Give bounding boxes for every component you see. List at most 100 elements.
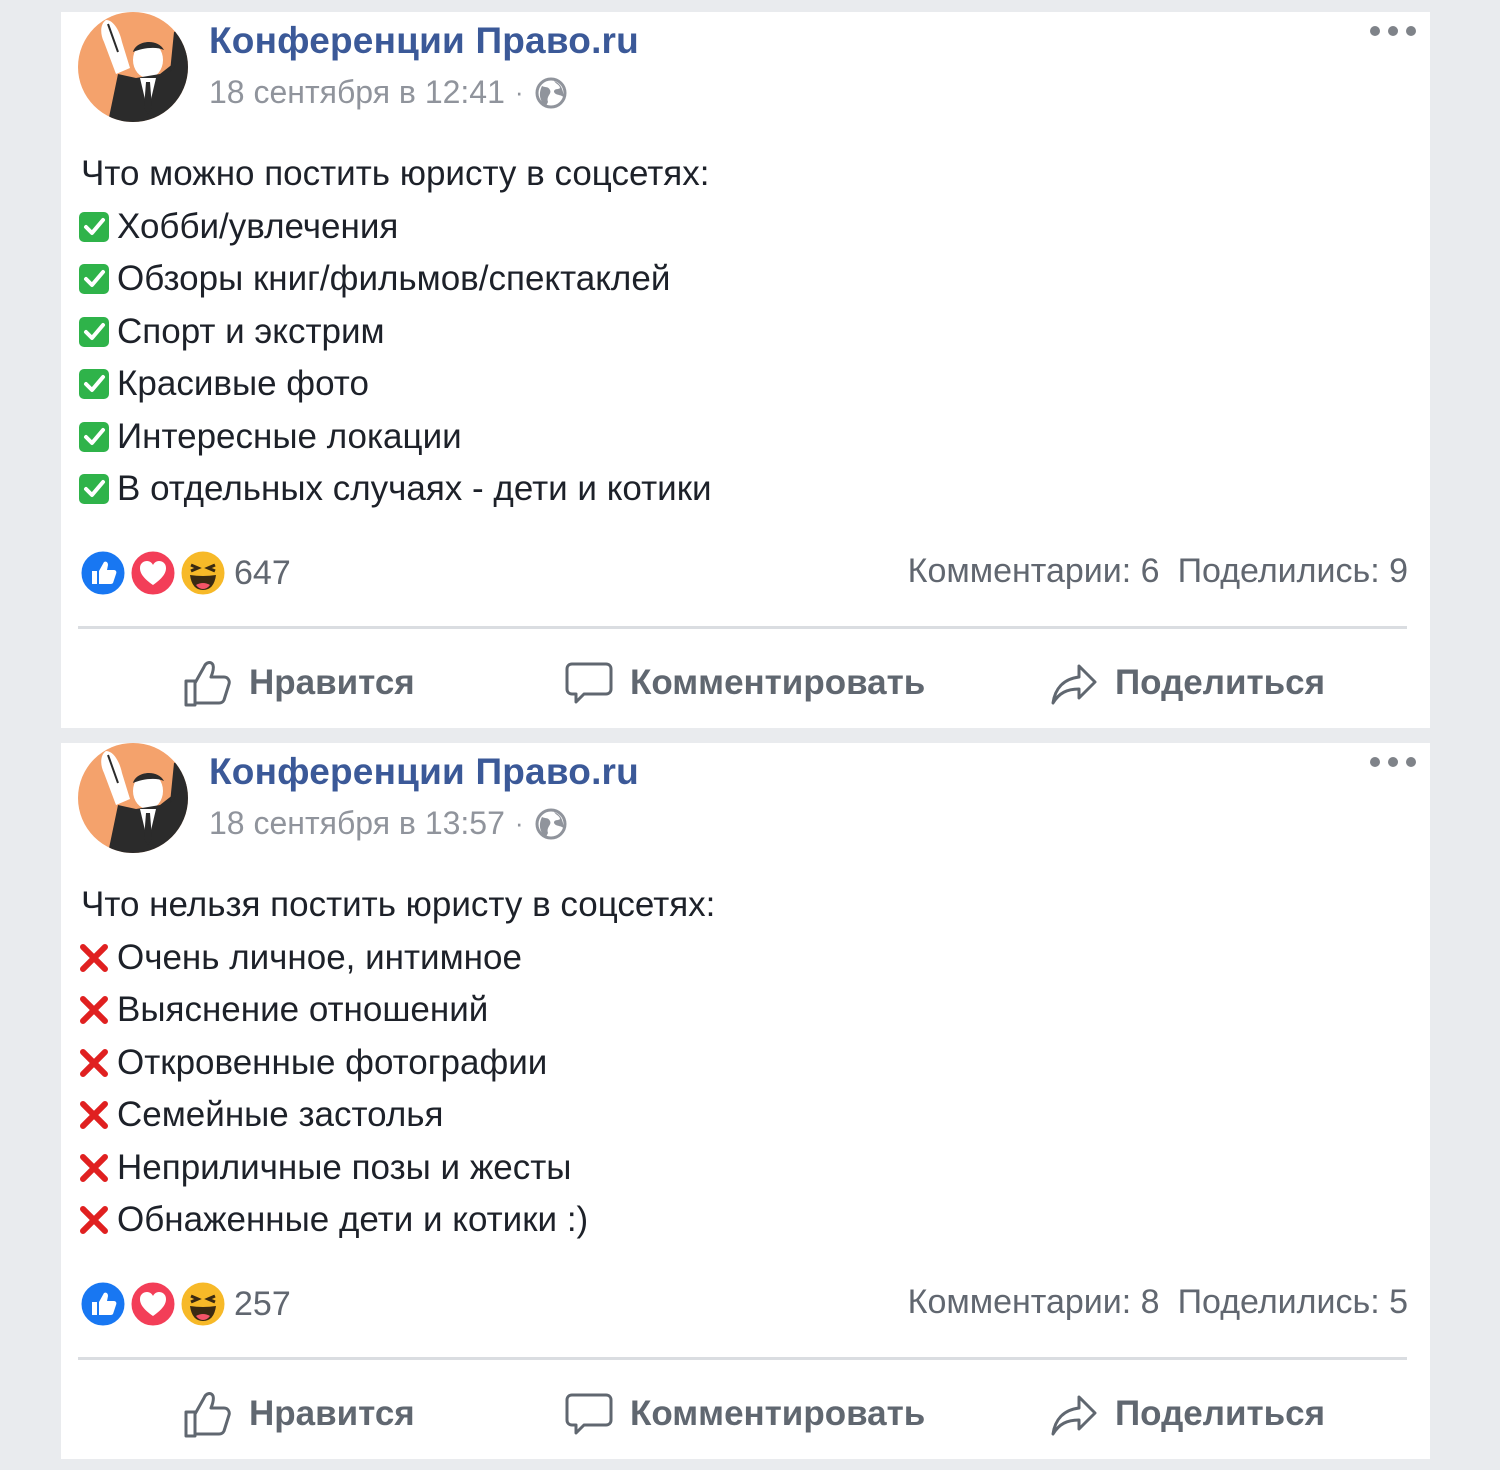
red-cross-icon (80, 943, 108, 972)
dot-icon (1370, 757, 1380, 767)
comment-label: Комментировать (630, 663, 926, 702)
list-item: Неприличные позы и жесты (78, 1142, 1378, 1195)
share-button[interactable]: Поделиться (1049, 648, 1325, 718)
action-bar: Нравится Комментировать Поделиться (61, 648, 1430, 718)
post-intro: Что нельзя постить юристу в соцсетях: (81, 885, 716, 924)
post-timestamp[interactable]: 18 сентября в 12:41 (209, 74, 505, 111)
reaction-icons (78, 1279, 228, 1329)
green-check-icon (79, 211, 109, 242)
meta-separator: · (514, 77, 524, 107)
dot-icon (1370, 26, 1380, 36)
list-item-text: Интересные локации (117, 416, 462, 456)
avatar[interactable] (78, 743, 188, 853)
green-check-icon (79, 369, 109, 400)
globe-icon[interactable] (534, 76, 568, 110)
share-label: Поделиться (1115, 1394, 1326, 1433)
like-label: Нравится (249, 663, 415, 702)
love-reaction-icon (128, 548, 178, 598)
red-cross-icon (80, 1101, 108, 1130)
list-item-text: Очень личное, интимное (117, 937, 522, 977)
red-cross-icon (80, 1206, 108, 1235)
like-button[interactable]: Нравится (181, 1379, 415, 1449)
green-check-icon (79, 264, 109, 295)
post-timestamp[interactable]: 18 сентября в 13:57 (209, 805, 505, 842)
list-item: Обнаженные дети и котики :) (78, 1194, 1378, 1247)
list-item: Хобби/увлечения (78, 201, 1378, 254)
comment-label: Комментировать (630, 1394, 926, 1433)
post-stats: Комментарии: 8 Поделились: 5 (908, 1283, 1408, 1322)
comment-icon (565, 1393, 613, 1435)
list-item: Очень личное, интимное (78, 932, 1378, 985)
list-item-text: Спорт и экстрим (117, 311, 385, 351)
comments-count-link[interactable]: Комментарии: 8 (908, 1283, 1160, 1322)
post-card: Конференции Право.ru 18 сентября в 12:41… (61, 12, 1430, 728)
green-check-icon (79, 316, 109, 347)
reaction-icons (78, 548, 228, 598)
dot-icon (1406, 757, 1416, 767)
reaction-count: 647 (234, 553, 291, 592)
red-cross-icon (80, 1048, 108, 1077)
post-intro: Что можно постить юристу в соцсетях: (81, 154, 710, 193)
thumbs-up-icon (184, 661, 231, 707)
list-item: Интересные локации (78, 411, 1378, 464)
post-meta: 18 сентября в 13:57 · (209, 805, 568, 842)
list-item: Красивые фото (78, 358, 1378, 411)
thumbs-up-icon (184, 1392, 231, 1438)
share-button[interactable]: Поделиться (1049, 1379, 1325, 1449)
list-item-text: Обзоры книг/фильмов/спектаклей (117, 259, 671, 298)
red-cross-icon (80, 996, 108, 1025)
author-name[interactable]: Конференции Право.ru (209, 751, 639, 793)
list-item: Обзоры книг/фильмов/спектаклей (78, 253, 1378, 306)
list-item: Спорт и экстрим (78, 306, 1378, 359)
divider (78, 1357, 1407, 1360)
list-item-text: Откровенные фотографии (117, 1042, 548, 1082)
comment-button[interactable]: Комментировать (564, 1379, 925, 1449)
reactions-summary[interactable]: 257 (78, 1279, 291, 1329)
reaction-count: 257 (234, 1284, 291, 1323)
comment-button[interactable]: Комментировать (564, 648, 925, 718)
list-item: В отдельных случаях - дети и котики (78, 463, 1378, 516)
green-check-icon (79, 421, 109, 452)
share-label: Поделиться (1115, 663, 1326, 702)
like-reaction-icon (78, 1279, 128, 1329)
dot-icon (1406, 26, 1416, 36)
author-name[interactable]: Конференции Право.ru (209, 20, 639, 62)
list-item-text: Неприличные позы и жесты (117, 1147, 572, 1187)
comments-count-link[interactable]: Комментарии: 6 (908, 552, 1160, 591)
post-card: Конференции Право.ru 18 сентября в 13:57… (61, 743, 1430, 1459)
globe-icon[interactable] (534, 807, 568, 841)
green-check-icon (79, 474, 109, 505)
post-stats: Комментарии: 6 Поделились: 9 (908, 552, 1408, 591)
divider (78, 626, 1407, 629)
reactions-summary[interactable]: 647 (78, 548, 291, 598)
post-text: Что нельзя постить юристу в соцсетях: Оч… (78, 879, 1378, 1247)
like-label: Нравится (249, 1394, 415, 1433)
list-item: Выяснение отношений (78, 984, 1378, 1037)
meta-separator: · (514, 808, 524, 838)
list-item: Семейные застолья (78, 1089, 1378, 1142)
share-icon (1051, 664, 1097, 705)
red-cross-icon (80, 1153, 108, 1182)
haha-reaction-icon (178, 548, 228, 598)
list-item-text: Красивые фото (117, 364, 369, 403)
share-icon (1051, 1395, 1097, 1436)
shares-count-link[interactable]: Поделились: 9 (1178, 552, 1408, 591)
list-item-text: Семейные застолья (117, 1095, 444, 1134)
comment-icon (565, 662, 613, 704)
list-item-text: Обнаженные дети и котики :) (117, 1200, 589, 1239)
list-item-text: В отдельных случаях - дети и котики (117, 469, 712, 508)
post-text: Что можно постить юристу в соцсетях: Хоб… (78, 148, 1378, 516)
list-item-text: Хобби/увлечения (117, 206, 399, 246)
dot-icon (1388, 757, 1398, 767)
like-button[interactable]: Нравится (181, 648, 415, 718)
action-bar: Нравится Комментировать Поделиться (61, 1379, 1430, 1449)
avatar[interactable] (78, 12, 188, 122)
more-options-button[interactable] (1370, 755, 1416, 769)
list-item-text: Выяснение отношений (117, 990, 489, 1029)
haha-reaction-icon (178, 1279, 228, 1329)
list-item: Откровенные фотографии (78, 1037, 1378, 1090)
dot-icon (1388, 26, 1398, 36)
like-reaction-icon (78, 548, 128, 598)
shares-count-link[interactable]: Поделились: 5 (1178, 1283, 1408, 1322)
more-options-button[interactable] (1370, 24, 1416, 38)
